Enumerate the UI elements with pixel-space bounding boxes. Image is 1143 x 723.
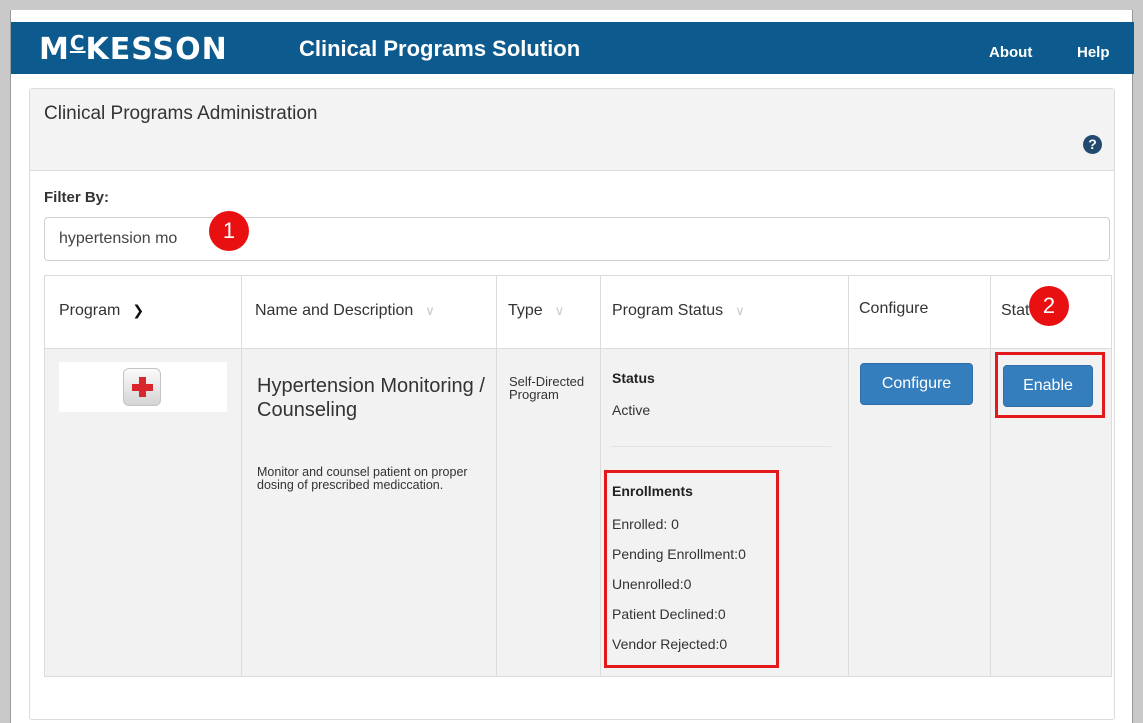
mckesson-logo: MCKESSON xyxy=(39,31,228,67)
panel-title: Clinical Programs Administration xyxy=(44,103,318,124)
enrollment-count: Enrolled: 0 xyxy=(612,516,679,532)
col-header-type[interactable]: Type ∨ xyxy=(508,302,564,320)
program-name: Hypertension Monitoring / Counseling xyxy=(257,375,485,421)
program-description: Monitor and counsel patient on proper do… xyxy=(257,465,468,492)
program-icon-cell xyxy=(59,362,227,412)
app-title: Clinical Programs Solution xyxy=(299,36,581,61)
filter-input[interactable] xyxy=(44,217,1110,261)
enrollment-count: Unenrolled:0 xyxy=(612,576,692,592)
callout-marker-2: 2 xyxy=(1029,286,1069,326)
panel-header: Clinical Programs Administration ? xyxy=(30,89,1114,171)
col-header-configure: Configure xyxy=(859,300,929,317)
enable-button[interactable]: Enable xyxy=(1003,365,1093,407)
program-type: Self-Directed Program xyxy=(509,374,585,402)
programs-table: Program ❯ Name and Description ∨ Type ∨ Pro… xyxy=(44,275,1112,677)
nav-help-link[interactable]: Help xyxy=(1077,44,1110,61)
red-cross-icon xyxy=(123,368,161,406)
divider xyxy=(611,446,831,447)
sort-chevron-down-icon[interactable]: ∨ xyxy=(735,303,745,318)
app-window: MCKESSON Clinical Programs Solution Abou… xyxy=(10,10,1134,723)
filter-label: Filter By: xyxy=(44,189,110,206)
status-heading: Status xyxy=(612,370,655,386)
sort-chevron-down-icon[interactable]: ∨ xyxy=(425,303,435,318)
callout-marker-1: 1 xyxy=(209,211,249,251)
top-header: MCKESSON Clinical Programs Solution Abou… xyxy=(11,22,1134,74)
enrollment-count: Vendor Rejected:0 xyxy=(612,636,728,652)
admin-panel: Clinical Programs Administration ? Filte… xyxy=(29,88,1115,720)
enrollments-heading: Enrollments xyxy=(612,483,693,499)
help-circle-icon[interactable]: ? xyxy=(1083,135,1102,154)
enrollment-count: Patient Declined:0 xyxy=(612,606,726,622)
col-header-program[interactable]: Program ❯ xyxy=(59,302,144,320)
configure-button[interactable]: Configure xyxy=(860,363,973,405)
col-header-name-description[interactable]: Name and Description ∨ xyxy=(255,302,435,320)
enrollment-count: Pending Enrollment:0 xyxy=(612,546,746,562)
sort-chevron-down-icon[interactable]: ❯ xyxy=(132,302,144,318)
nav-about-link[interactable]: About xyxy=(989,44,1032,61)
status-value: Active xyxy=(612,402,651,418)
col-header-program-status[interactable]: Program Status ∨ xyxy=(612,302,745,320)
sort-chevron-down-icon[interactable]: ∨ xyxy=(555,303,565,318)
